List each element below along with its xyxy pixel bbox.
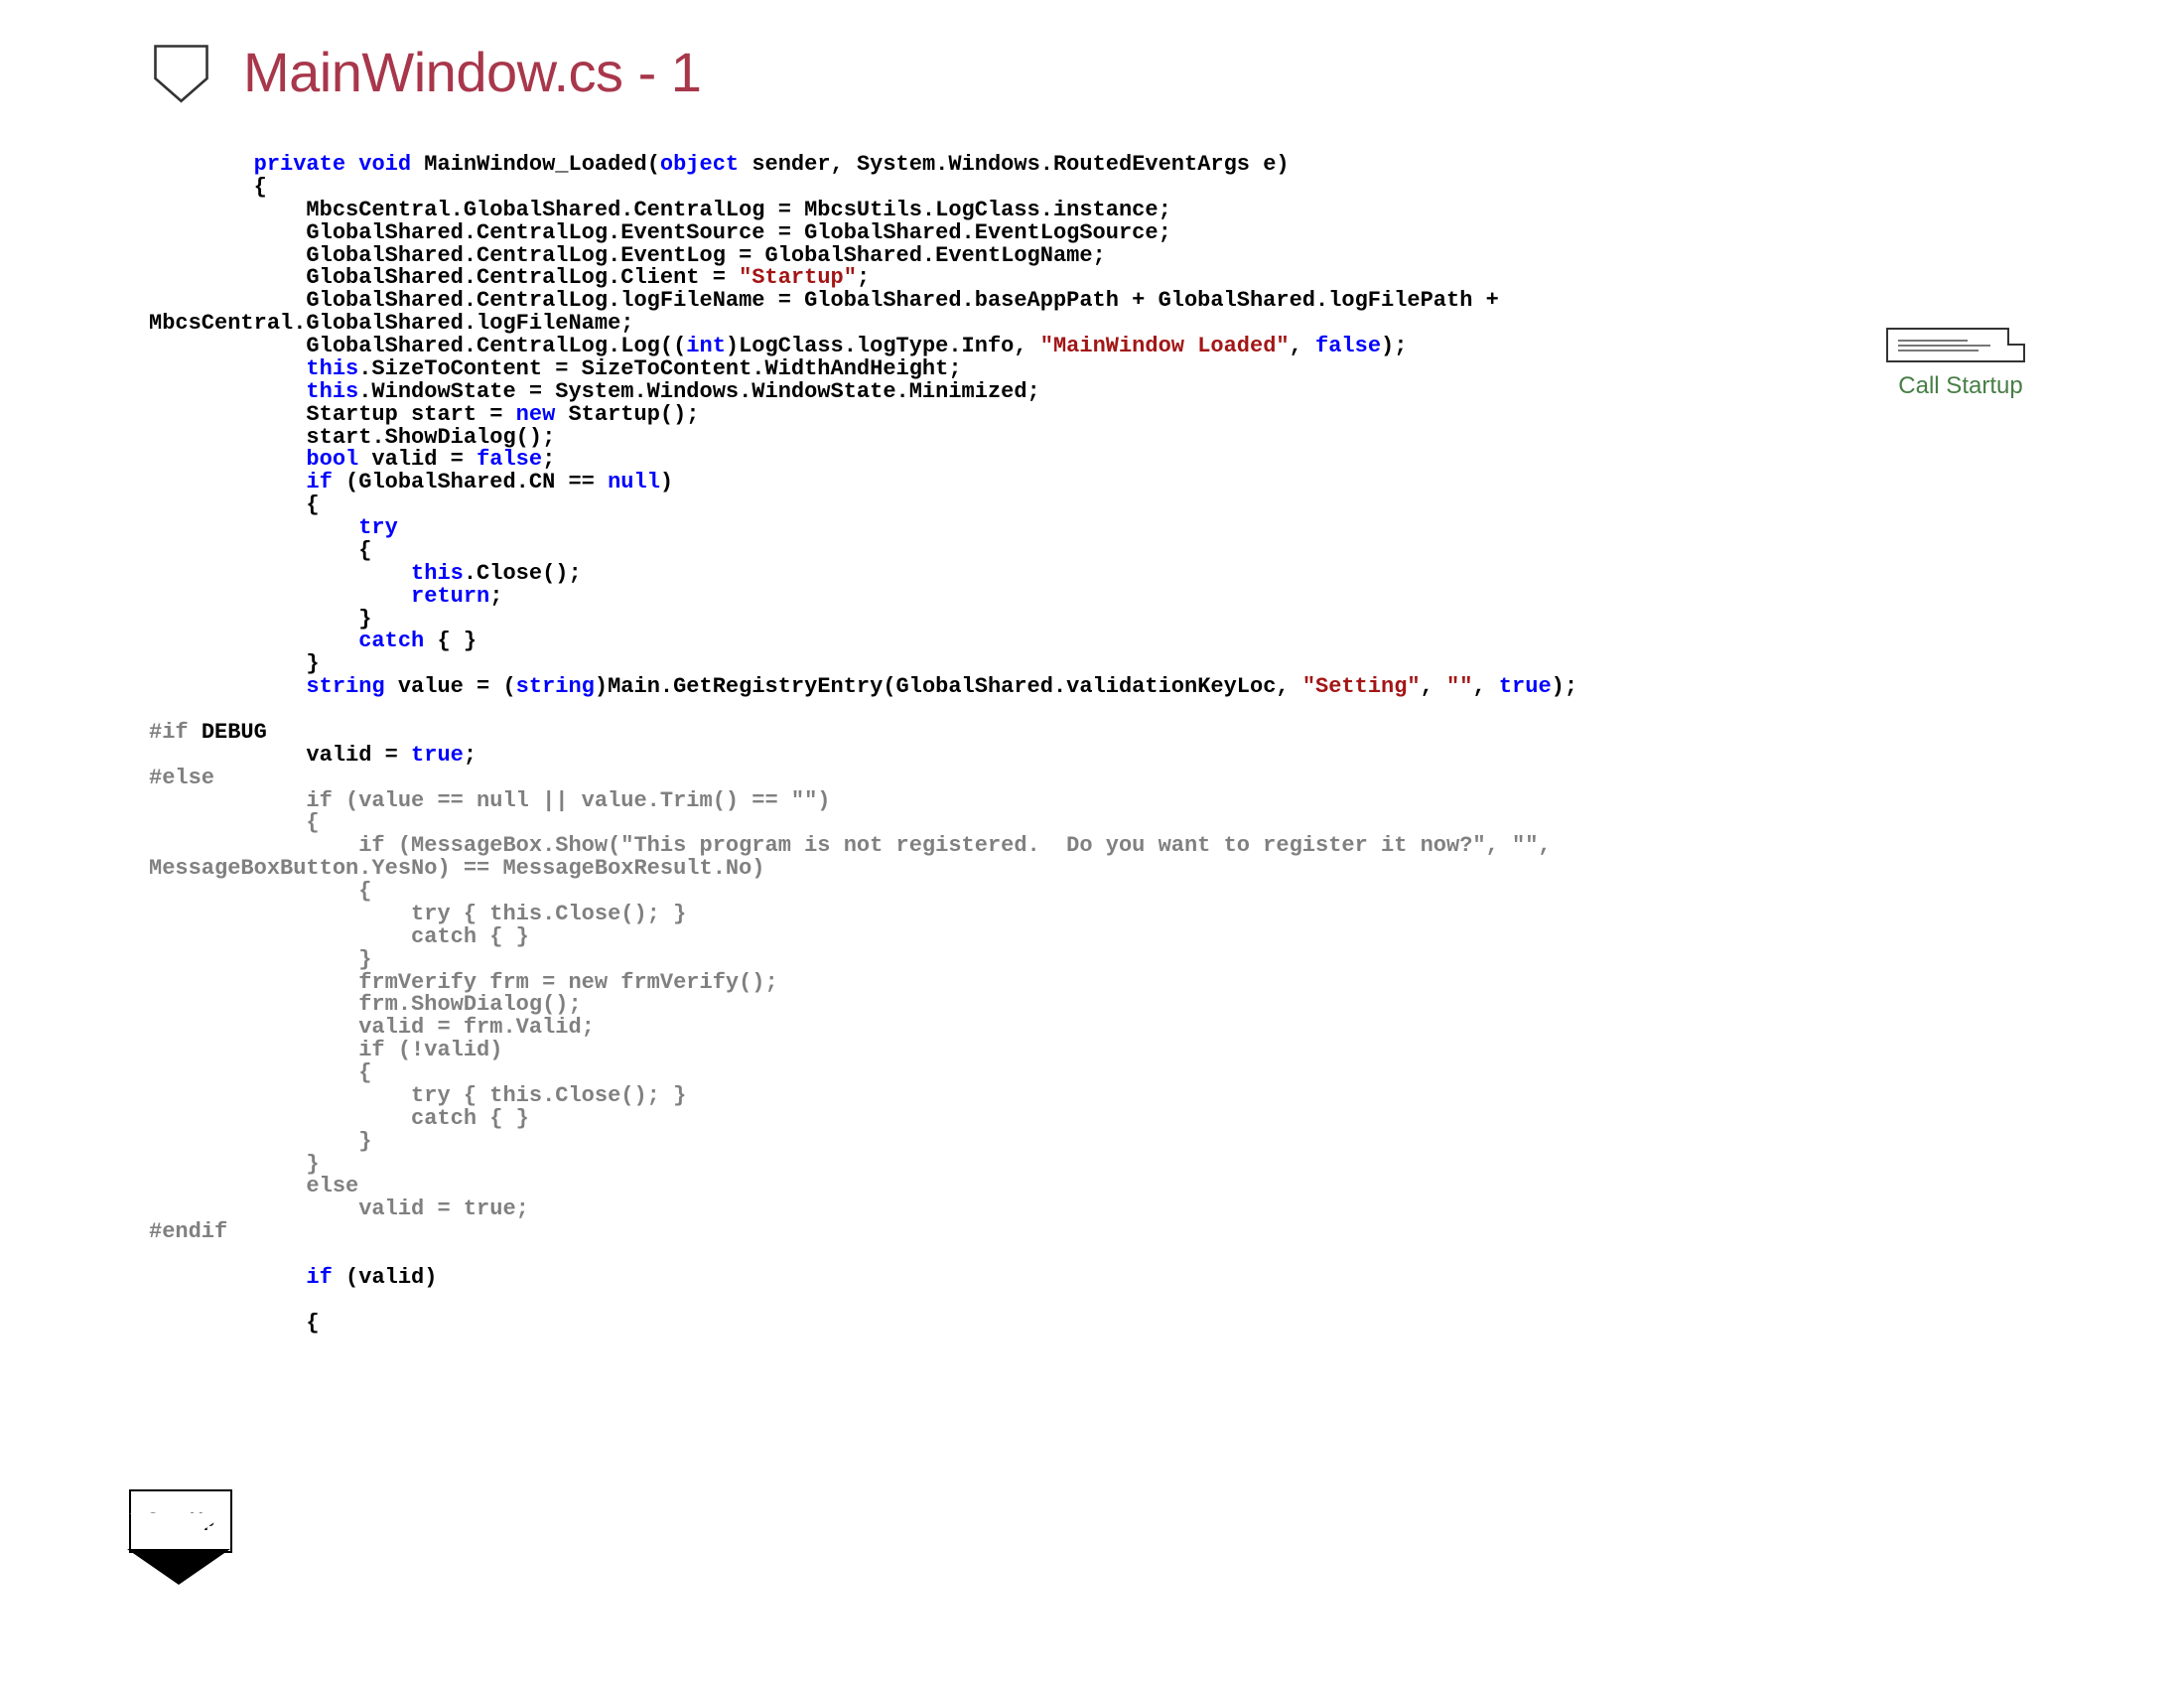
pentagon-point-fill bbox=[130, 1513, 227, 1547]
page-title: MainWindow.cs - 1 bbox=[243, 40, 701, 104]
pentagon-down-icon bbox=[149, 40, 213, 104]
call-startup-callout: Call Startup bbox=[1886, 328, 2035, 400]
document-icon bbox=[1886, 328, 2025, 362]
startup-badge: StartUp bbox=[129, 1489, 230, 1553]
page-header: MainWindow.cs - 1 bbox=[149, 40, 2035, 104]
code-listing: private void MainWindow_Loaded(object se… bbox=[149, 154, 2035, 1336]
callout-label: Call Startup bbox=[1886, 372, 2035, 400]
pentagon-point-icon bbox=[127, 1549, 230, 1585]
